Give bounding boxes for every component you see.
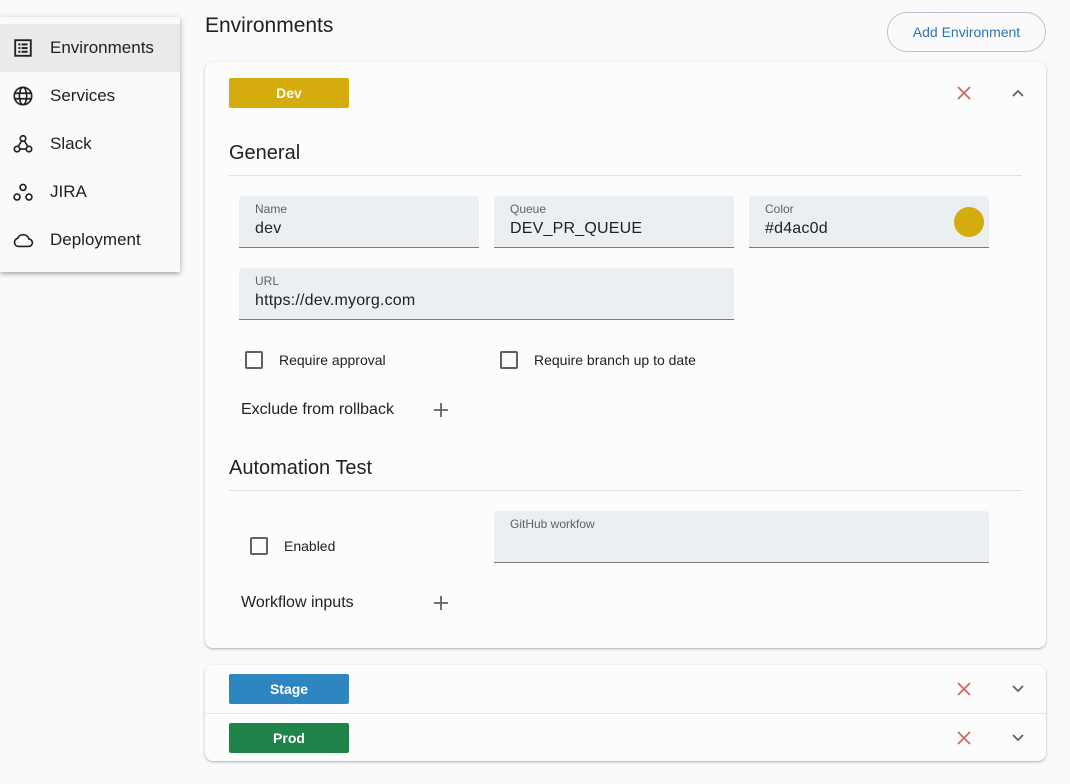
require-approval-checkbox[interactable]: Require approval: [245, 351, 386, 369]
delete-environment-button[interactable]: [950, 724, 978, 752]
require-branch-checkbox[interactable]: Require branch up to date: [500, 351, 696, 369]
chevron-down-icon: [1012, 685, 1024, 693]
page-title: Environments: [205, 14, 334, 37]
url-field[interactable]: URL https://dev.myorg.com: [239, 268, 734, 320]
environment-card-prod[interactable]: Prod: [205, 713, 1046, 761]
workflow-inputs-label: Workflow inputs: [241, 594, 354, 611]
close-icon: [957, 731, 971, 745]
sidebar: Environments Services Slack JIRA Deploym…: [0, 17, 180, 272]
url-field-label: URL: [255, 274, 280, 288]
globe-icon: [12, 85, 34, 107]
color-field-value: #d4ac0d: [765, 220, 828, 237]
color-field[interactable]: Color #d4ac0d: [749, 196, 989, 248]
name-field[interactable]: Name dev: [239, 196, 479, 248]
add-environment-button[interactable]: Add Environment: [887, 12, 1046, 52]
queue-field-value: DEV_PR_QUEUE: [510, 220, 643, 237]
plus-icon: [434, 596, 448, 610]
divider: [229, 175, 1022, 176]
checkbox-box[interactable]: [500, 351, 518, 369]
checkbox-label: Require branch up to date: [534, 352, 696, 368]
enabled-checkbox[interactable]: Enabled: [250, 537, 335, 555]
expand-button[interactable]: [1004, 675, 1032, 703]
delete-environment-button[interactable]: [950, 79, 978, 107]
url-field-value: https://dev.myorg.com: [255, 292, 416, 309]
close-icon: [957, 86, 971, 100]
collapse-button[interactable]: [1004, 79, 1032, 107]
checkbox-label: Require approval: [279, 352, 386, 368]
sidebar-item-label: Environments: [50, 38, 154, 57]
plus-icon: [434, 403, 448, 417]
sidebar-item-services[interactable]: Services: [0, 72, 180, 120]
close-icon: [957, 682, 971, 696]
checkbox-box[interactable]: [245, 351, 263, 369]
exclude-rollback-label: Exclude from rollback: [241, 401, 394, 418]
checkbox-box[interactable]: [250, 537, 268, 555]
name-field-label: Name: [255, 202, 288, 216]
divider: [229, 490, 1022, 491]
cloud-icon: [12, 229, 34, 251]
delete-environment-button[interactable]: [950, 675, 978, 703]
list-icon: [12, 37, 34, 59]
queue-field-label: Queue: [510, 202, 547, 216]
chevron-up-icon: [1012, 89, 1024, 97]
section-title-general: General: [229, 142, 301, 164]
expand-button[interactable]: [1004, 724, 1032, 752]
sidebar-item-jira[interactable]: JIRA: [0, 168, 180, 216]
env-chip-prod[interactable]: Prod: [229, 723, 349, 753]
env-chip-stage[interactable]: Stage: [229, 674, 349, 704]
color-field-label: Color: [765, 202, 794, 216]
github-workflow-label: GitHub workfow: [510, 517, 595, 531]
checkbox-label: Enabled: [284, 538, 336, 554]
color-swatch[interactable]: [954, 207, 984, 237]
sidebar-item-slack[interactable]: Slack: [0, 120, 180, 168]
github-workflow-field[interactable]: GitHub workfow: [494, 511, 989, 563]
environment-card-dev: Dev General Name dev Queue DEV_PR_QUEUE …: [205, 62, 1046, 648]
env-chip-dev[interactable]: Dev: [229, 78, 349, 108]
name-field-value: dev: [255, 220, 282, 237]
environment-card-stage[interactable]: Stage: [205, 665, 1046, 713]
webhook-icon: [12, 133, 34, 155]
sidebar-item-deployment[interactable]: Deployment: [0, 216, 180, 264]
add-workflow-input-button[interactable]: [429, 591, 453, 615]
sidebar-item-label: JIRA: [50, 182, 87, 201]
sidebar-item-label: Deployment: [50, 230, 141, 249]
environment-list-collapsed: Stage Prod: [205, 665, 1046, 761]
hub-icon: [12, 181, 34, 203]
sidebar-item-label: Services: [50, 86, 116, 105]
queue-field[interactable]: Queue DEV_PR_QUEUE: [494, 196, 734, 248]
section-title-automation: Automation Test: [229, 457, 373, 479]
chevron-down-icon: [1012, 734, 1024, 742]
sidebar-item-environments[interactable]: Environments: [0, 24, 180, 72]
sidebar-item-label: Slack: [50, 134, 92, 153]
add-rollback-exclusion-button[interactable]: [429, 398, 453, 422]
